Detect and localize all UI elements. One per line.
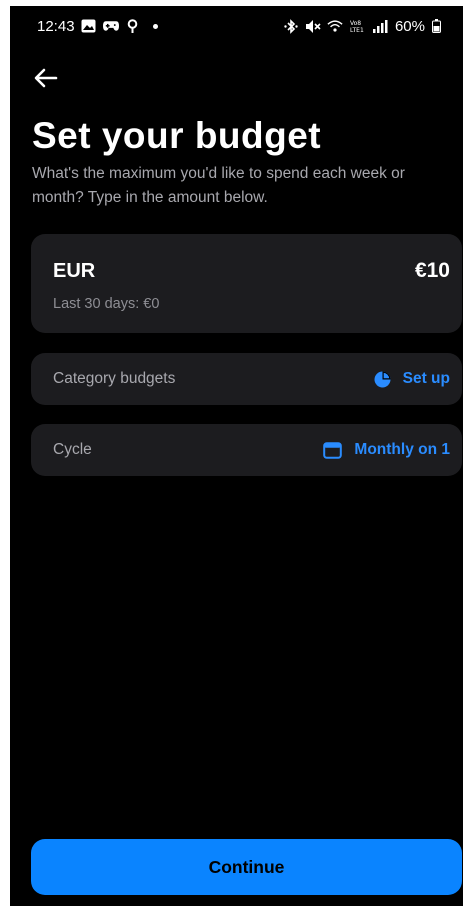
continue-button[interactable]: Continue	[31, 839, 462, 895]
amount-input[interactable]: €10	[415, 259, 450, 283]
last-30-days-spend: Last 30 days: €0	[53, 296, 160, 312]
volte-icon: Vo8 LTE1	[349, 18, 367, 34]
battery-percent: 60%	[394, 17, 425, 35]
cycle-value-label: Monthly on 1	[354, 441, 450, 458]
location-pin-icon	[125, 18, 141, 34]
svg-text:Vo8: Vo8	[350, 20, 361, 27]
calendar-icon	[323, 442, 343, 459]
status-bar: 12:43 Vo8 LTE1 60%	[10, 6, 463, 46]
cycle-row[interactable]: Cycle Monthly on 1	[31, 424, 462, 476]
signal-icon	[372, 18, 389, 34]
cycle-select-button[interactable]: Monthly on 1	[323, 441, 450, 459]
game-controller-icon	[102, 18, 119, 34]
status-bar-right: Vo8 LTE1 60%	[283, 18, 441, 35]
page-subtitle: What's the maximum you'd like to spend e…	[32, 165, 405, 206]
bluetooth-icon	[283, 18, 299, 34]
svg-text:LTE1: LTE1	[350, 27, 364, 34]
wifi-icon	[327, 18, 343, 34]
app-screen: 12:43 Vo8 LTE1 60% Set your budget What'…	[10, 6, 463, 906]
budget-amount-card[interactable]: EUR €10 Last 30 days: €0	[31, 234, 462, 333]
category-setup-button[interactable]: Set up	[374, 370, 450, 388]
dot-icon	[152, 23, 158, 29]
status-time: 12:43	[37, 17, 75, 35]
category-budgets-label: Category budgets	[53, 370, 176, 387]
battery-icon	[431, 18, 441, 34]
mute-icon	[305, 18, 321, 34]
back-button[interactable]	[30, 62, 62, 94]
currency-code[interactable]: EUR	[53, 260, 95, 283]
status-bar-left: 12:43	[37, 18, 158, 35]
category-budgets-row[interactable]: Category budgets Set up	[31, 353, 462, 405]
page-title: Set your budget	[32, 115, 322, 156]
category-setup-label: Set up	[402, 370, 450, 387]
pie-chart-icon	[374, 371, 391, 387]
gallery-icon	[81, 18, 97, 34]
cycle-label: Cycle	[53, 441, 92, 458]
arrow-left-icon	[34, 68, 58, 88]
